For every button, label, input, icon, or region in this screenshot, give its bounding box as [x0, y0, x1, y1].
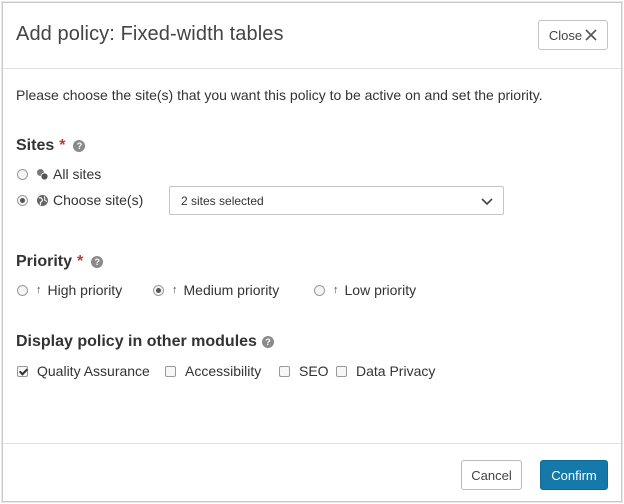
radio-button[interactable]	[153, 284, 164, 296]
close-label: Close	[548, 27, 583, 43]
radio-button[interactable]	[17, 168, 28, 180]
radio-medium-priority[interactable]: ↑ Medium priority	[153, 282, 279, 298]
checkbox-quality-assurance[interactable]: Quality Assurance	[17, 363, 150, 379]
option-label: All sites	[53, 166, 102, 182]
close-icon	[585, 29, 597, 41]
radio-high-priority[interactable]: ↑ High priority	[17, 282, 122, 298]
sites-label: Sites * ?	[16, 137, 86, 155]
confirm-button[interactable]: Confirm	[540, 460, 608, 490]
option-label: Medium priority	[183, 282, 280, 298]
globe-icon	[36, 194, 49, 207]
priority-label: Priority * ?	[16, 253, 104, 271]
radio-choose-sites[interactable]: Choose site(s)	[17, 192, 143, 208]
radio-button[interactable]	[17, 194, 28, 206]
option-label: Low priority	[344, 282, 417, 298]
cancel-button[interactable]: Cancel	[461, 460, 522, 490]
option-label: Data Privacy	[356, 363, 436, 379]
dialog-header: Add policy: Fixed-width tables Close	[3, 3, 621, 69]
required-marker: *	[77, 253, 84, 270]
help-icon[interactable]: ?	[91, 256, 104, 268]
radio-button[interactable]	[314, 284, 325, 296]
required-marker: *	[59, 137, 66, 154]
option-label: SEO	[299, 363, 329, 379]
option-label: Quality Assurance	[37, 363, 150, 379]
checkbox-seo[interactable]: SEO	[279, 363, 329, 379]
checkbox[interactable]	[336, 365, 347, 377]
site-select-dropdown[interactable]: 2 sites selected	[169, 186, 504, 215]
help-icon[interactable]: ?	[261, 336, 274, 348]
priority-label-text: Priority	[16, 253, 73, 270]
checkbox[interactable]	[279, 365, 290, 377]
checkbox-accessibility[interactable]: Accessibility	[165, 363, 261, 379]
arrow-up-icon: ↑	[172, 284, 178, 296]
checkbox[interactable]	[17, 365, 28, 377]
help-icon[interactable]: ?	[73, 140, 86, 152]
option-label: High priority	[47, 282, 123, 298]
option-label: Accessibility	[185, 363, 262, 379]
add-policy-dialog: Add policy: Fixed-width tables Close Ple…	[2, 2, 622, 502]
intro-text: Please choose the site(s) that you want …	[16, 87, 543, 103]
chevron-down-icon	[481, 195, 493, 209]
arrow-up-icon: ↑	[333, 284, 339, 296]
sites-label-text: Sites	[16, 137, 55, 154]
close-button[interactable]: Close	[538, 20, 608, 50]
checkbox-data-privacy[interactable]: Data Privacy	[336, 363, 435, 379]
modules-label-text: Display policy in other modules	[16, 333, 257, 350]
select-value: 2 sites selected	[181, 193, 264, 208]
dialog-title: Add policy: Fixed-width tables	[16, 23, 284, 45]
sites-group-icon	[36, 168, 49, 181]
checkbox[interactable]	[165, 365, 176, 377]
modules-label: Display policy in other modules ?	[16, 333, 274, 351]
radio-button[interactable]	[17, 284, 28, 296]
radio-low-priority[interactable]: ↑ Low priority	[314, 282, 416, 298]
arrow-up-icon: ↑	[36, 284, 42, 296]
option-label: Choose site(s)	[53, 192, 144, 208]
radio-all-sites[interactable]: All sites	[17, 166, 101, 182]
dialog-footer: Cancel Confirm	[3, 443, 621, 503]
